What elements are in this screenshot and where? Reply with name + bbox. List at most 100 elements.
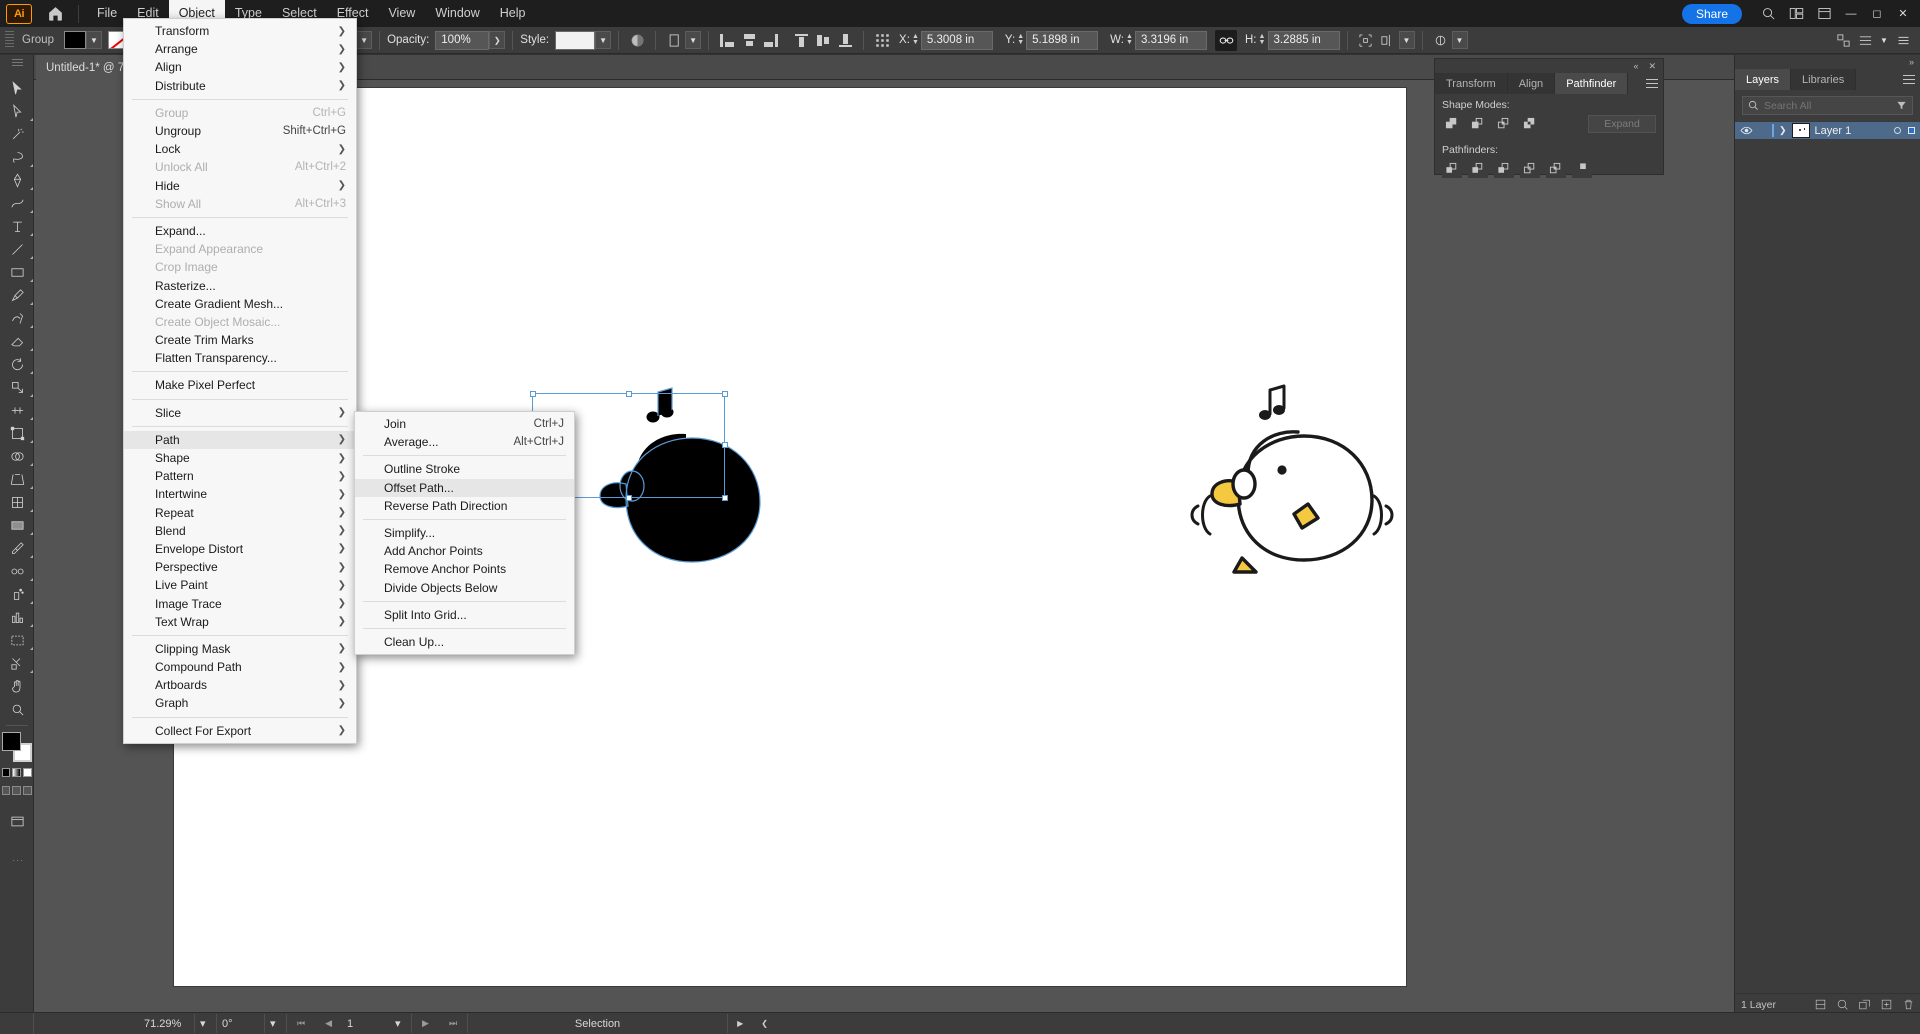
column-graph-tool[interactable] <box>0 606 34 629</box>
selection-handle-bc[interactable] <box>626 495 632 501</box>
menu-item-clipping-mask[interactable]: Clipping Mask❯ <box>124 640 356 658</box>
menu-item-graph[interactable]: Graph❯ <box>124 694 356 712</box>
slice-tool[interactable] <box>0 652 34 675</box>
paintbrush-tool[interactable] <box>0 284 34 307</box>
link-icon[interactable] <box>1215 30 1237 51</box>
minus-front-icon[interactable] <box>1468 115 1488 133</box>
align-center-vertical-icon[interactable] <box>812 30 834 51</box>
menu-item-blend[interactable]: Blend❯ <box>124 522 356 540</box>
selection-handle-tc[interactable] <box>626 391 632 397</box>
create-new-layer-icon[interactable] <box>1880 998 1893 1011</box>
menu-item-image-trace[interactable]: Image Trace❯ <box>124 594 356 612</box>
h-field[interactable]: 3.2885 in <box>1268 31 1340 50</box>
isolate-arrow[interactable]: ▼ <box>1452 31 1468 49</box>
graphic-style-swatch[interactable] <box>555 31 595 50</box>
create-new-sublayer-icon[interactable] <box>1858 998 1871 1011</box>
tab-libraries[interactable]: Libraries <box>1791 69 1856 90</box>
unite-icon[interactable] <box>1442 115 1462 133</box>
menu-item-path[interactable]: Path❯ <box>124 431 356 449</box>
intersect-icon[interactable] <box>1494 115 1514 133</box>
menu-item-shape[interactable]: Shape❯ <box>124 449 356 467</box>
submenu-item-clean-up[interactable]: Clean Up... <box>355 633 574 651</box>
menu-item-transform[interactable]: Transform❯ <box>124 22 356 40</box>
search-icon[interactable] <box>1754 0 1782 27</box>
workspace-switcher-icon[interactable] <box>1810 0 1838 27</box>
tab-align[interactable]: Align <box>1508 73 1555 94</box>
layer-name[interactable]: Layer 1 <box>1815 125 1852 137</box>
x-stepper[interactable]: ▲▼ <box>910 31 921 49</box>
submenu-item-divide-objects-below[interactable]: Divide Objects Below <box>355 579 574 597</box>
selection-handle-mr[interactable] <box>722 442 728 448</box>
shape-builder-tool[interactable] <box>0 445 34 468</box>
delete-selection-icon[interactable] <box>1902 998 1915 1011</box>
rectangle-tool[interactable] <box>0 261 34 284</box>
selection-tool[interactable] <box>0 77 34 100</box>
menu-item-create-gradient-mesh[interactable]: Create Gradient Mesh... <box>124 295 356 313</box>
draw-inside-button[interactable] <box>23 786 32 795</box>
rotate-tool[interactable] <box>0 353 34 376</box>
home-icon[interactable] <box>40 0 70 27</box>
menu-item-collect-for-export[interactable]: Collect For Export❯ <box>124 722 356 740</box>
perspective-grid-tool[interactable] <box>0 468 34 491</box>
path-submenu[interactable]: JoinCtrl+J Average...Alt+Ctrl+J Outline … <box>354 411 575 655</box>
submenu-item-outline-stroke[interactable]: Outline Stroke <box>355 460 574 478</box>
target-indicator-icon[interactable] <box>1894 127 1901 134</box>
menu-item-envelope-distort[interactable]: Envelope Distort❯ <box>124 540 356 558</box>
zoom-level-field[interactable]: 71.29% <box>139 1014 195 1033</box>
window-maximize-button[interactable]: ◻ <box>1864 0 1890 27</box>
lasso-tool[interactable] <box>0 146 34 169</box>
menu-item-ungroup[interactable]: UngroupShift+Ctrl+G <box>124 122 356 140</box>
menu-item-lock[interactable]: Lock❯ <box>124 140 356 158</box>
submenu-item-remove-anchor-points[interactable]: Remove Anchor Points <box>355 560 574 578</box>
menu-item-pattern[interactable]: Pattern❯ <box>124 467 356 485</box>
layer-row[interactable]: ❯ Layer 1 <box>1735 121 1920 140</box>
transform-each-icon[interactable] <box>1355 30 1377 51</box>
x-field[interactable]: 5.3008 in <box>921 31 993 50</box>
menu-item-compound-path[interactable]: Compound Path❯ <box>124 658 356 676</box>
direct-selection-tool[interactable] <box>0 100 34 123</box>
arrange-panel-icon[interactable] <box>1832 30 1854 51</box>
submenu-item-join[interactable]: JoinCtrl+J <box>355 415 574 433</box>
object-menu-dropdown[interactable]: Transform❯ Arrange❯ Align❯ Distribute❯ G… <box>123 18 357 744</box>
exclude-icon[interactable] <box>1520 115 1540 133</box>
menu-item-align[interactable]: Align❯ <box>124 58 356 76</box>
zoom-dropdown-arrow[interactable]: ▾ <box>195 1014 217 1033</box>
document-setup-arrow[interactable]: ▼ <box>685 31 701 49</box>
y-field[interactable]: 5.1898 in <box>1026 31 1098 50</box>
menu-file[interactable]: File <box>87 0 127 27</box>
h-stepper[interactable]: ▲▼ <box>1257 31 1268 49</box>
make-clipping-mask-icon[interactable] <box>1814 998 1827 1011</box>
status-bar-expand-icon[interactable]: ▶ <box>728 1014 752 1033</box>
submenu-item-average[interactable]: Average...Alt+Ctrl+J <box>355 433 574 451</box>
align-to-arrow[interactable]: ▼ <box>1399 31 1415 49</box>
collapse-icon[interactable]: « <box>1633 61 1638 71</box>
none-button[interactable] <box>23 768 32 777</box>
line-segment-tool[interactable] <box>0 238 34 261</box>
menu-item-live-paint[interactable]: Live Paint❯ <box>124 576 356 594</box>
menu-item-expand[interactable]: Expand... <box>124 222 356 240</box>
layers-search-bar[interactable] <box>1742 96 1913 115</box>
menu-item-make-pixel-perfect[interactable]: Make Pixel Perfect <box>124 376 356 394</box>
tab-transform[interactable]: Transform <box>1435 73 1508 94</box>
submenu-item-reverse-path-direction[interactable]: Reverse Path Direction <box>355 497 574 515</box>
type-tool[interactable] <box>0 215 34 238</box>
tab-pathfinder[interactable]: Pathfinder <box>1555 73 1628 94</box>
last-artboard-icon[interactable]: ⏭ <box>439 1014 468 1033</box>
align-top-icon[interactable] <box>790 30 812 51</box>
zoom-tool[interactable] <box>0 698 34 721</box>
opacity-arrow[interactable]: ❯ <box>489 31 505 49</box>
rotation-field[interactable]: 0° <box>217 1014 265 1033</box>
duck-with-headphones-artwork[interactable] <box>1186 378 1416 608</box>
menu-item-rasterize[interactable]: Rasterize... <box>124 276 356 294</box>
draw-behind-button[interactable] <box>12 786 21 795</box>
outline-icon[interactable] <box>1546 160 1566 178</box>
mesh-tool[interactable] <box>0 491 34 514</box>
width-tool[interactable] <box>0 399 34 422</box>
gradient-tool[interactable] <box>0 514 34 537</box>
toolbar-grip[interactable] <box>12 59 23 66</box>
submenu-item-offset-path[interactable]: Offset Path... <box>355 479 574 497</box>
selection-indicator-icon[interactable] <box>1908 127 1915 134</box>
menu-item-arrange[interactable]: Arrange❯ <box>124 40 356 58</box>
change-screen-mode-icon[interactable] <box>0 810 34 833</box>
w-stepper[interactable]: ▲▼ <box>1124 31 1135 49</box>
